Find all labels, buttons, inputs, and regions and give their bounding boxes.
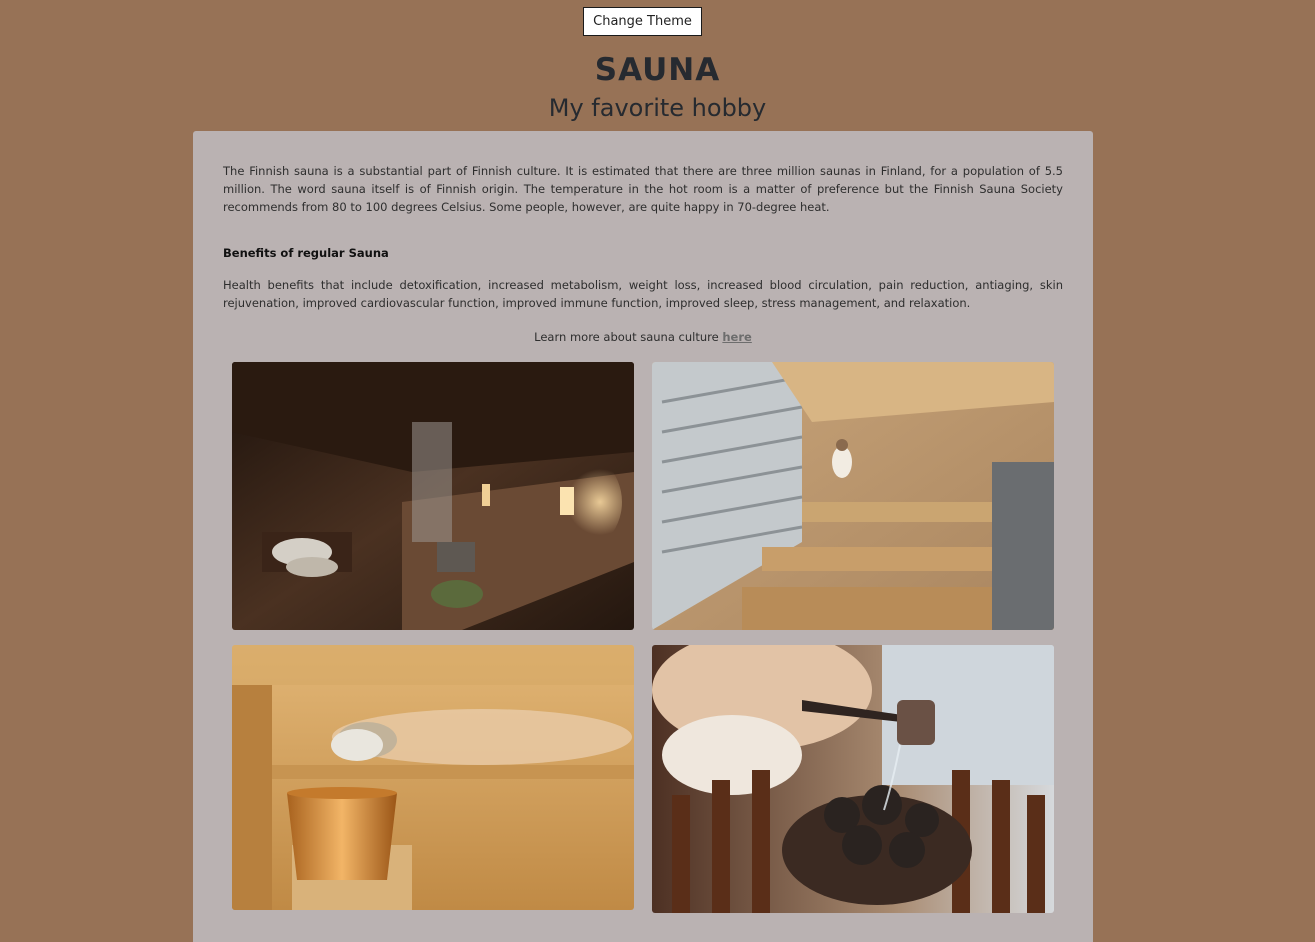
- page-subtitle: My favorite hobby: [548, 94, 767, 122]
- learn-more-text: Learn more about sauna culture: [534, 330, 723, 344]
- intro-paragraph: The Finnish sauna is a substantial part …: [223, 164, 1063, 214]
- sauna-photo-stones-ladle: [652, 645, 1054, 913]
- content-card: The Finnish sauna is a substantial part …: [193, 131, 1093, 942]
- sauna-photo-dark-interior: [232, 362, 634, 630]
- change-theme-button[interactable]: Change Theme: [583, 7, 702, 36]
- page-title: SAUNA: [594, 52, 721, 88]
- learn-more-line: Learn more about sauna culture here: [193, 330, 1093, 344]
- page: Change Theme SAUNA My favorite hobby The…: [0, 0, 1315, 942]
- sauna-photo-copper-bucket: [232, 645, 634, 910]
- sauna-photo-bright-window: [652, 362, 1054, 630]
- benefits-paragraph: Health benefits that include detoxificat…: [223, 278, 1063, 310]
- learn-more-link[interactable]: here: [722, 330, 751, 344]
- benefits-heading: Benefits of regular Sauna: [223, 246, 389, 260]
